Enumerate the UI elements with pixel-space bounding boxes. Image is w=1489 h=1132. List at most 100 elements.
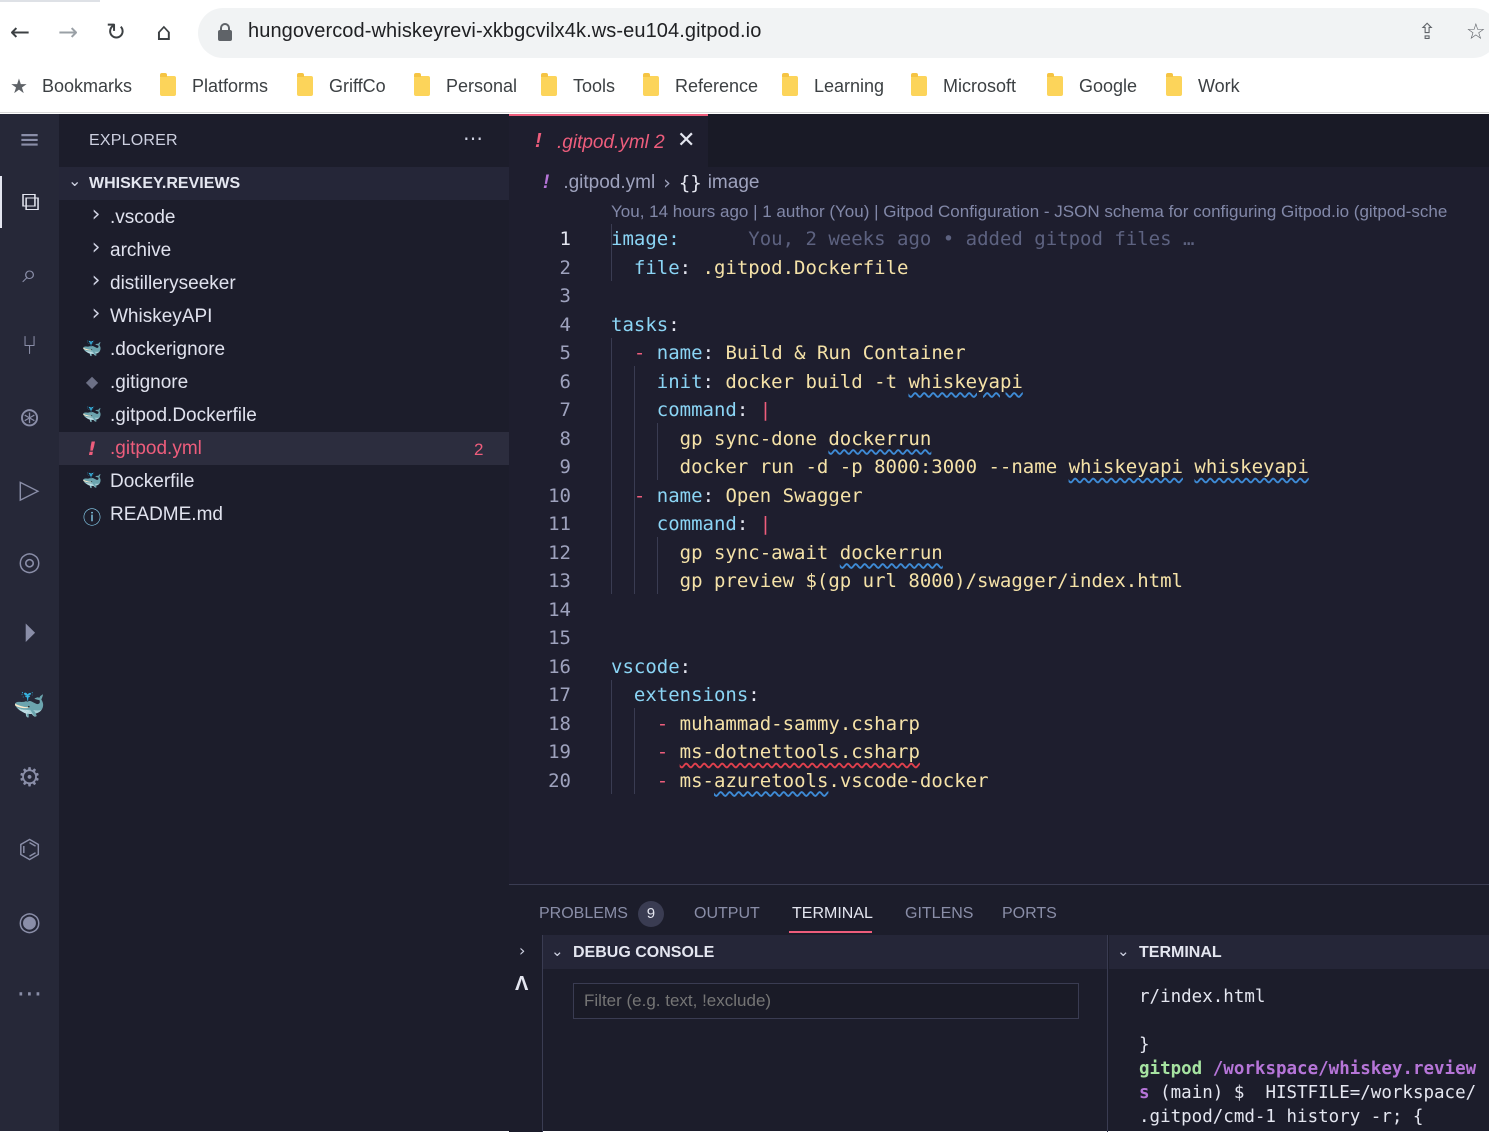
run-debug-icon[interactable]: ▷ (0, 464, 59, 516)
bookmark-folder-tools[interactable]: Tools (541, 73, 615, 98)
bookmark-folder-personal[interactable]: Personal (414, 73, 517, 98)
folder-icon (1047, 73, 1063, 96)
tab-terminal[interactable]: TERMINAL (792, 905, 873, 923)
tree-item-readme[interactable]: ⓘ README.md (59, 498, 509, 531)
bookmark-folder-learning[interactable]: Learning (782, 73, 884, 98)
bookmark-folder-google[interactable]: Google (1047, 73, 1137, 98)
code-line: 20 - ms-azuretools.vscode-docker (548, 769, 989, 792)
tab-gitlens[interactable]: GITLENS (905, 905, 973, 923)
home-icon[interactable]: ⌂ (148, 16, 180, 48)
back-icon[interactable]: ← (4, 16, 36, 48)
yaml-warning-icon: ! (87, 438, 97, 460)
codelens-blame[interactable]: You, 14 hours ago | 1 author (You) | Git… (611, 202, 1447, 222)
tree-item-gitignore[interactable]: ◆ .gitignore (59, 366, 509, 399)
code-line: 17 extensions: (548, 684, 760, 706)
active-tab-indicator (789, 931, 872, 933)
lock-icon[interactable] (218, 23, 232, 41)
more-icon[interactable]: ⋯ (0, 968, 59, 1020)
url-text[interactable]: hungovercod-whiskeyrevi-xkbgcvilx4k.ws-e… (248, 20, 761, 43)
tree-item-distilleryseeker[interactable]: › distilleryseeker (59, 267, 509, 300)
folder-icon (541, 73, 557, 96)
project-folder-header[interactable]: ⌄ WHISKEY.REVIEWS (59, 167, 509, 200)
chevron-down-icon: ⌄ (551, 942, 564, 960)
chevron-down-icon: ⌄ (1117, 942, 1130, 960)
star-icon: ★ (10, 74, 28, 98)
bookmark-folder-griffco[interactable]: GriffCo (297, 73, 386, 98)
vscode-window: ≡ ⧉ ⌕ ⑂ ⊛ ▷ ◎ ⏵ 🐳 ⚙ ⌬ ◉ ⋯ EXPLORER ⋯ ⌄ W… (0, 114, 1489, 1132)
code-line: 4 tasks: (559, 313, 680, 336)
tree-item-archive[interactable]: › archive (59, 234, 509, 267)
search-icon[interactable]: ⌕ (0, 248, 59, 300)
code-line: 2 file: .gitpod.Dockerfile (559, 256, 909, 279)
python-icon[interactable]: ⌬ (0, 824, 59, 876)
terminal-view[interactable]: ⌄ TERMINAL r/index.html } gitpod /worksp… (1109, 935, 1489, 1132)
chevron-right-icon[interactable]: › (519, 941, 525, 960)
forward-icon[interactable]: → (52, 16, 84, 48)
bookmark-star-icon[interactable]: ☆ (1466, 20, 1486, 45)
folder-icon (782, 73, 798, 96)
tree-item-gitpod-dockerfile[interactable]: 🐳 .gitpod.Dockerfile (59, 399, 509, 432)
source-control-icon[interactable]: ⑂ (0, 320, 59, 372)
docker-icon: 🐳 (82, 339, 102, 358)
play-icon[interactable]: ⏵ (0, 608, 59, 660)
debug-console-header[interactable]: ⌄ DEBUG CONSOLE (543, 935, 1107, 969)
git-icon: ◆ (85, 372, 99, 391)
activity-bar: ≡ ⧉ ⌕ ⑂ ⊛ ▷ ◎ ⏵ 🐳 ⚙ ⌬ ◉ ⋯ (0, 114, 59, 1131)
code-line: 1 image: You, 2 weeks ago • added gitpod … (559, 228, 1195, 250)
code-line: 6 init: docker build -t whiskeyapi (559, 370, 1023, 393)
tab-problems[interactable]: PROBLEMS 9 (539, 901, 664, 927)
close-icon[interactable]: ✕ (677, 128, 695, 153)
remote-explorer-icon[interactable]: ◎ (0, 536, 59, 588)
bookmark-folder-platforms[interactable]: Platforms (160, 73, 268, 98)
menu-icon[interactable]: ≡ (0, 114, 59, 166)
editor-tab-bar: ! .gitpod.yml 2 ✕ (509, 114, 1489, 167)
docker-icon: 🐳 (82, 405, 102, 424)
extensions-settings-icon[interactable]: ⚙ (0, 752, 59, 804)
tab-output[interactable]: OUTPUT (694, 905, 760, 923)
yaml-warning-icon: ! (543, 172, 550, 193)
terminal-output[interactable]: r/index.html } gitpod /workspace/whiskey… (1139, 985, 1476, 1129)
tree-item-gitpod-yml[interactable]: ! .gitpod.yml 2 (59, 432, 509, 465)
gitlens-icon[interactable]: ⊛ (0, 392, 59, 444)
editor-area: ! .gitpod.yml 2 ✕ ! .gitpod.yml › {} ima… (509, 114, 1489, 884)
code-line: 8 gp sync-done dockerrun (559, 427, 932, 450)
code-line: 11 command: | (548, 513, 772, 535)
folder-icon (297, 73, 313, 96)
bookmark-folder-work[interactable]: Work (1166, 73, 1240, 98)
browser-toolbar: ← → ↻ ⌂ hungovercod-whiskeyrevi-xkbgcvil… (0, 0, 1489, 113)
chevron-right-icon: › (663, 172, 671, 194)
debug-console-view: ⌄ DEBUG CONSOLE (543, 935, 1108, 1132)
bookmark-folder-microsoft[interactable]: Microsoft (911, 73, 1016, 98)
docker-icon[interactable]: 🐳 (0, 680, 59, 732)
github-icon[interactable]: ◉ (0, 896, 59, 948)
terminal-header[interactable]: ⌄ TERMINAL (1109, 935, 1489, 969)
share-icon[interactable]: ⇪ (1418, 20, 1436, 45)
more-actions-icon[interactable]: ⋯ (463, 126, 483, 151)
docker-icon: 🐳 (82, 471, 102, 490)
address-bar[interactable]: hungovercod-whiskeyrevi-xkbgcvilx4k.ws-e… (198, 8, 1489, 58)
reload-icon[interactable]: ↻ (100, 16, 132, 48)
tree-item-vscode[interactable]: › .vscode (59, 201, 509, 234)
tree-item-whiskeyapi[interactable]: › WhiskeyAPI (59, 300, 509, 333)
tree-item-dockerfile[interactable]: 🐳 Dockerfile (59, 465, 509, 498)
tab-ports[interactable]: PORTS (1002, 905, 1057, 923)
folder-icon (911, 73, 927, 96)
azure-icon[interactable]: Ʌ (515, 973, 528, 996)
explorer-title: EXPLORER (89, 132, 178, 149)
bookmark-folder-reference[interactable]: Reference (643, 73, 758, 98)
bookmarks-button[interactable]: ★ Bookmarks (10, 74, 132, 98)
code-line: 15 (548, 627, 571, 649)
explorer-icon[interactable]: ⧉ (0, 176, 59, 228)
code-line: 13 gp preview $(gp url 8000)/swagger/ind… (548, 570, 1183, 592)
breadcrumb-symbol[interactable]: image (708, 172, 760, 194)
breadcrumb-file[interactable]: .gitpod.yml (563, 172, 655, 194)
code-line: 9 docker run -d -p 8000:3000 --name whis… (559, 456, 1309, 478)
code-line: 16 vscode: (548, 655, 692, 678)
problems-count-badge: 9 (637, 901, 664, 927)
tree-item-dockerignore[interactable]: 🐳 .dockerignore (59, 333, 509, 366)
problem-count-badge: 2 (474, 440, 484, 459)
chevron-right-icon: › (91, 202, 101, 227)
tab-gitpod-yml[interactable]: ! .gitpod.yml 2 ✕ (509, 114, 708, 167)
folder-icon (643, 73, 659, 96)
debug-filter-input[interactable] (573, 983, 1079, 1019)
